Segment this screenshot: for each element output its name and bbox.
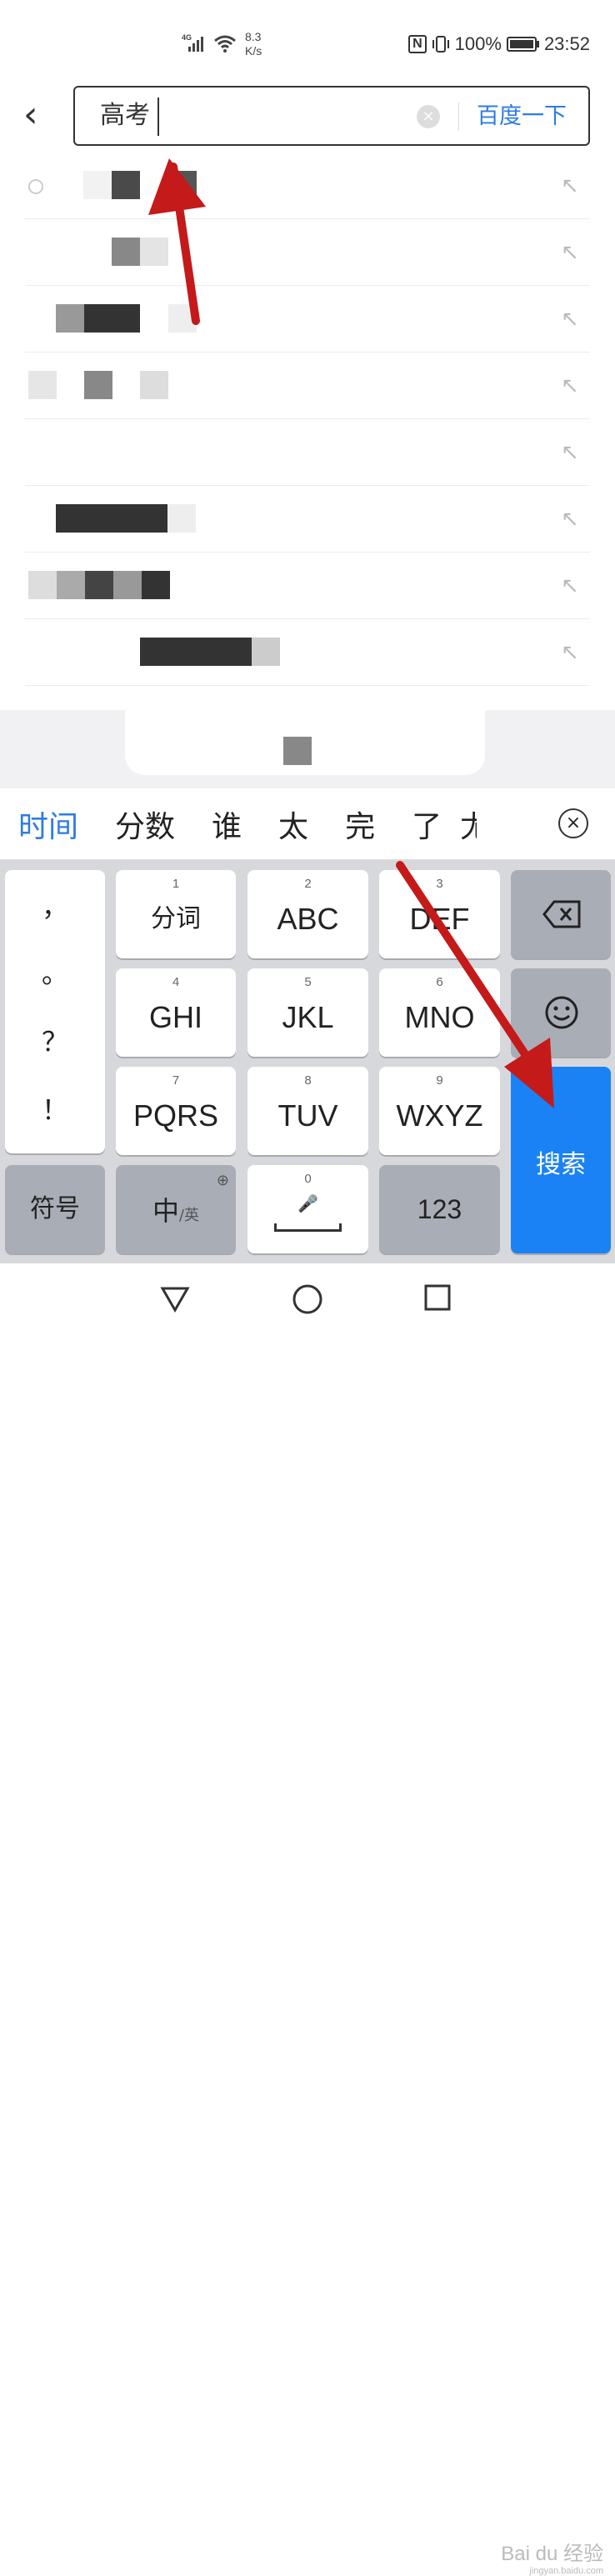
candidate[interactable]: 谁 bbox=[193, 803, 260, 846]
language-switch-key[interactable]: ⊕ 中/英 bbox=[116, 1165, 236, 1253]
baidu-watermark: Bai du 经验 jingyan.baidu.com bbox=[501, 2543, 603, 2576]
fill-arrow-icon[interactable]: ↖ bbox=[558, 308, 582, 331]
status-bar: 4G 8.3 K/s N 100% 23:52 bbox=[0, 0, 615, 75]
list-item[interactable]: ↖ bbox=[25, 219, 590, 286]
candidate[interactable]: 太 bbox=[260, 803, 327, 846]
navigation-bar: Bai du 经验 jingyan.baidu.com bbox=[0, 1263, 615, 2576]
battery-percent: 100% bbox=[454, 33, 502, 54]
search-icon bbox=[28, 179, 43, 194]
status-right: N 100% 23:52 bbox=[408, 33, 590, 55]
emoji-icon bbox=[545, 996, 578, 1029]
candidate[interactable]: 时间 bbox=[0, 803, 97, 846]
fill-arrow-icon[interactable]: ↖ bbox=[558, 508, 582, 531]
candidate[interactable]: 完 bbox=[327, 803, 393, 846]
back-icon[interactable]: ‹ bbox=[23, 92, 57, 142]
backspace-key[interactable] bbox=[511, 870, 611, 958]
blur-card bbox=[125, 708, 485, 775]
search-key[interactable]: 搜索 bbox=[511, 1067, 611, 1253]
candidate-bar: 时间 分数 谁 太 完 了 尤 × bbox=[0, 788, 615, 860]
fill-arrow-icon[interactable]: ↖ bbox=[558, 241, 582, 264]
close-candidates-icon[interactable]: × bbox=[558, 808, 588, 838]
key-5[interactable]: 5 JKL bbox=[248, 968, 368, 1057]
globe-icon: ⊕ bbox=[216, 1172, 229, 1189]
list-item[interactable]: ↖ bbox=[25, 286, 590, 353]
key-3[interactable]: 3 DEF bbox=[379, 870, 500, 958]
mic-icon: 🎤 bbox=[298, 1193, 318, 1213]
fill-arrow-icon[interactable]: ↖ bbox=[558, 374, 582, 398]
key-6[interactable]: 6 MNO bbox=[379, 968, 500, 1057]
list-item[interactable]: ↖ bbox=[25, 153, 590, 219]
list-item[interactable]: ↖ bbox=[25, 419, 590, 486]
list-item[interactable]: ↖ bbox=[25, 553, 590, 619]
key-7[interactable]: 7 PQRS bbox=[116, 1067, 236, 1155]
key-2[interactable]: 2 ABC bbox=[248, 870, 368, 958]
key-8[interactable]: 8 TUV bbox=[248, 1067, 368, 1155]
symbols-key[interactable]: 符号 bbox=[5, 1165, 105, 1253]
list-item[interactable]: ↖ bbox=[25, 486, 590, 553]
vibrate-icon bbox=[432, 36, 449, 53]
key-4[interactable]: 4 GHI bbox=[116, 968, 236, 1057]
text-caret bbox=[158, 98, 159, 136]
emoji-key[interactable] bbox=[511, 968, 611, 1057]
keyboard: ， 。 ？ ！ 1 分词 2 ABC 3 DEF 4 GHI 5 JKL 6 MNO 7 PQ… bbox=[0, 860, 615, 1263]
baidu-search-button[interactable]: 百度一下 bbox=[477, 101, 567, 133]
wifi-icon bbox=[214, 35, 236, 53]
search-box[interactable]: × 百度一下 bbox=[73, 86, 590, 146]
suggestion-list: ↖ ↖ ↖ ↖ ↖ ↖ ↖ ↖ bbox=[25, 153, 590, 686]
nfc-icon: N bbox=[408, 35, 427, 53]
fill-arrow-icon[interactable]: ↖ bbox=[558, 641, 582, 664]
fill-arrow-icon[interactable]: ↖ bbox=[558, 174, 582, 198]
backspace-icon bbox=[542, 900, 581, 928]
network-speed: 8.3 K/s bbox=[245, 30, 262, 58]
fill-arrow-icon[interactable]: ↖ bbox=[558, 574, 582, 598]
back-nav-icon[interactable] bbox=[160, 1283, 190, 1313]
candidate[interactable]: 分数 bbox=[97, 803, 193, 846]
clock: 23:52 bbox=[543, 33, 590, 54]
home-nav-icon[interactable] bbox=[292, 1283, 323, 1315]
recents-nav-icon[interactable] bbox=[423, 1283, 452, 1312]
list-item[interactable]: ↖ bbox=[25, 619, 590, 686]
punctuation-column[interactable]: ， 。 ？ ！ bbox=[5, 870, 105, 1153]
key-9[interactable]: 9 WXYZ bbox=[379, 1067, 500, 1155]
fill-arrow-icon[interactable]: ↖ bbox=[558, 441, 582, 464]
signal-icon bbox=[188, 37, 203, 52]
key-1[interactable]: 1 分词 bbox=[116, 870, 236, 958]
space-key[interactable]: 0 🎤 bbox=[248, 1165, 368, 1253]
numbers-key[interactable]: 123 bbox=[379, 1165, 500, 1253]
search-input[interactable] bbox=[100, 99, 375, 133]
candidate[interactable]: 了 bbox=[393, 803, 460, 846]
list-item[interactable]: ↖ bbox=[25, 353, 590, 419]
battery-icon bbox=[506, 37, 537, 52]
clear-icon[interactable]: × bbox=[417, 105, 440, 128]
candidate[interactable]: 尤 bbox=[460, 803, 477, 846]
